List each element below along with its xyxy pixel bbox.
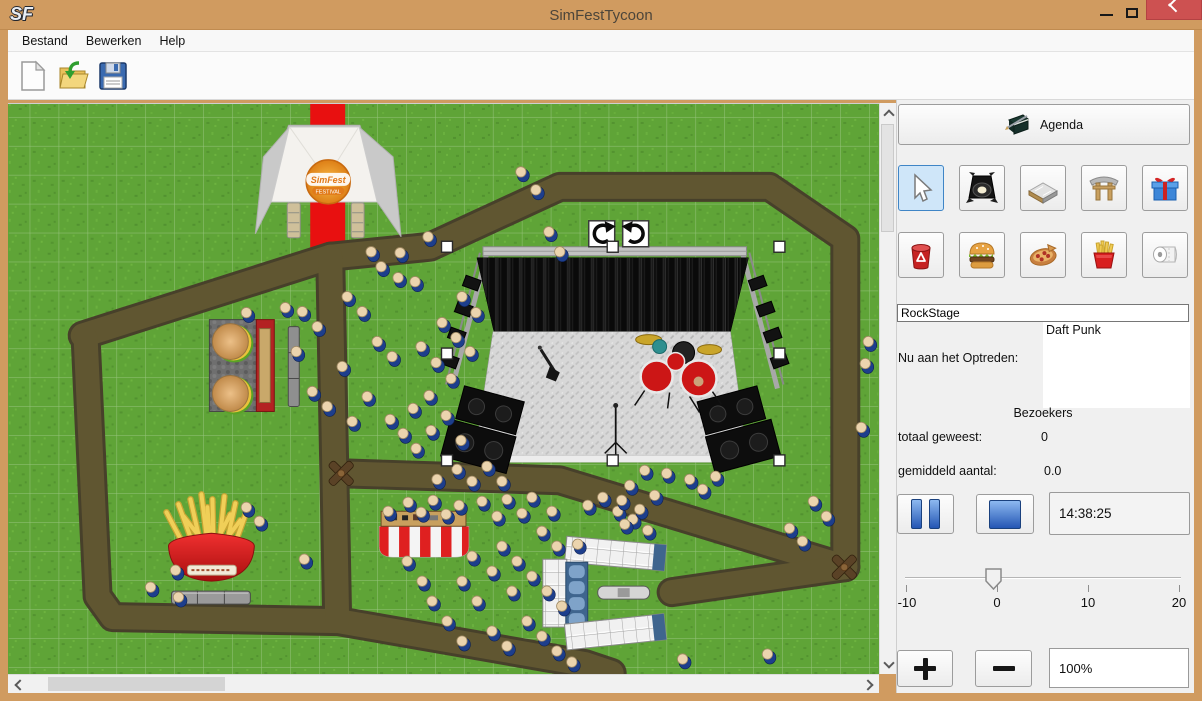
tool-gift-button[interactable] [1142,165,1188,211]
total-visitors-value: 0 [1041,430,1048,444]
tool-trashcan-button[interactable] [898,232,944,278]
now-playing-value: Daft Punk [1043,322,1190,408]
minimize-icon[interactable] [1100,14,1113,16]
selection-handle[interactable] [442,348,453,359]
selection-handle[interactable] [774,241,785,252]
rotate-cw-button[interactable] [622,221,649,247]
zoom-level-display: 100% [1049,648,1189,688]
save-file-icon[interactable] [96,59,130,93]
tool-gate-button[interactable] [1081,165,1127,211]
toilet-paper-icon [1148,238,1182,272]
tool-pizza-button[interactable] [1020,232,1066,278]
speed-slider-thumb[interactable] [985,568,1002,590]
slider-label-zero: 0 [993,595,1000,610]
tent-logo-text: SimFest [311,175,347,185]
average-visitors-value: 0.0 [1044,464,1061,478]
close-button[interactable] [1146,0,1202,20]
slider-tick [1088,585,1089,592]
trashcan-icon [904,238,938,272]
window-frame-left [0,30,8,701]
total-visitors-label: totaal geweest: [898,430,982,444]
bench[interactable] [598,586,650,599]
slider-tick [1179,585,1180,592]
selection-handle[interactable] [607,455,618,466]
gift-icon [1148,171,1182,205]
agenda-button[interactable]: Agenda [898,104,1190,145]
file-toolbar [8,52,1194,100]
slider-label-min: -10 [898,595,917,610]
agenda-label: Agenda [1040,118,1083,132]
vertical-scroll-thumb[interactable] [881,124,894,232]
selection-handle[interactable] [442,455,453,466]
menu-bestand[interactable]: Bestand [13,34,77,48]
open-file-icon[interactable] [56,59,90,93]
new-file-icon[interactable] [16,59,50,93]
slider-tick [906,585,907,592]
side-panel: Agenda [896,100,1194,693]
burger-stand[interactable] [209,320,274,415]
horizontal-scroll-thumb[interactable] [48,677,225,691]
pause-icon [911,499,940,529]
pizza-icon [1026,238,1060,272]
stop-button[interactable] [976,494,1034,534]
festival-map-canvas[interactable]: SimFest FESTIVAL [8,103,879,674]
tool-fries-button[interactable] [1081,232,1127,278]
agenda-book-icon [1005,113,1031,136]
menu-help[interactable]: Help [150,34,194,48]
now-playing-label: Nu aan het Optreden: [898,351,1018,365]
bench[interactable] [288,327,299,407]
window-frame-right [1194,30,1202,701]
maximize-icon[interactable] [1126,8,1138,18]
path-tile-icon [1026,171,1060,205]
window-frame-bottom [0,693,1202,701]
scroll-up-icon[interactable] [883,109,894,120]
clock-display: 14:38:25 [1049,492,1190,535]
tool-path-tile-button[interactable] [1020,165,1066,211]
minus-icon [993,666,1015,671]
slider-label-ten: 10 [1081,595,1095,610]
average-visitors-label: gemiddeld aantal: [898,464,997,478]
menu-bewerken[interactable]: Bewerken [77,34,151,48]
plus-icon [914,658,936,680]
stop-icon [989,500,1021,529]
scroll-right-icon[interactable] [862,679,873,690]
title-bar[interactable]: SF SimFestTycoon [0,0,1202,30]
gate-icon [1087,171,1121,205]
pause-button[interactable] [897,494,954,534]
tool-select-button[interactable] [898,165,944,211]
spotlight-icon [965,171,999,205]
selection-handle[interactable] [607,241,618,252]
scroll-down-icon[interactable] [883,657,894,668]
tool-spotlight-button[interactable] [959,165,1005,211]
stage-name-input[interactable] [897,304,1189,322]
tent-logo-subtext: FESTIVAL [315,189,341,195]
cursor-icon [904,171,938,205]
burger-icon [965,238,999,272]
fries-icon [1087,238,1121,272]
slider-label-max: 20 [1172,595,1186,610]
visitors-header: Bezoekers [897,406,1189,420]
speed-slider-track[interactable] [905,577,1181,579]
selection-handle[interactable] [442,241,453,252]
scroll-left-icon[interactable] [14,679,25,690]
tool-toilet-paper-button[interactable] [1142,232,1188,278]
selection-handle[interactable] [774,455,785,466]
tool-burger-button[interactable] [959,232,1005,278]
zoom-out-button[interactable] [975,650,1032,687]
menu-bar: Bestand Bewerken Help [8,30,1194,52]
selection-handle[interactable] [774,348,785,359]
zoom-in-button[interactable] [897,650,953,687]
window-title: SimFestTycoon [0,7,1202,24]
